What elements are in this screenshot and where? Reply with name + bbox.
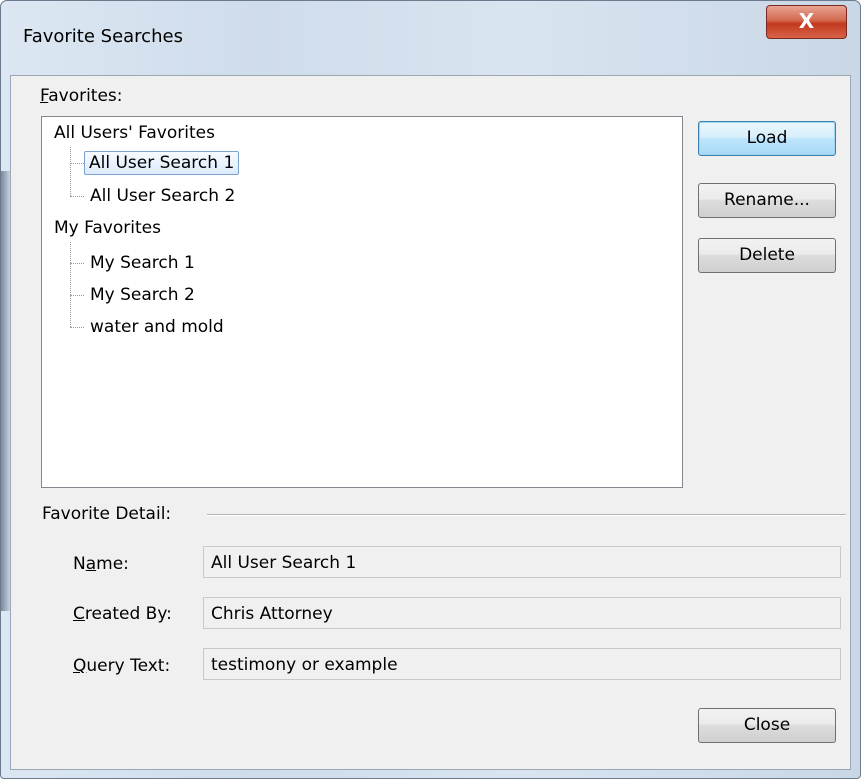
created-by-label: Created By: [73, 604, 172, 624]
tree-group-my-favorites[interactable]: My Favorites [54, 218, 161, 238]
close-icon: X [798, 9, 815, 33]
tree-connector [70, 147, 71, 196]
tree-connector [70, 327, 84, 328]
close-button[interactable]: Close [698, 708, 836, 743]
tree-item-my-search-2[interactable]: My Search 2 [90, 285, 195, 305]
rename-button[interactable]: Rename... [698, 183, 836, 218]
window-title: Favorite Searches [23, 26, 183, 47]
tree-connector [70, 295, 84, 296]
tree-connector [70, 196, 84, 197]
tree-group-all-users[interactable]: All Users' Favorites [54, 123, 215, 143]
load-button[interactable]: Load [698, 121, 836, 156]
tree-item-all-user-search-2[interactable]: All User Search 2 [90, 186, 235, 206]
query-text-label: Query Text: [73, 656, 171, 676]
tree-item-water-and-mold[interactable]: water and mold [90, 317, 224, 337]
tree-connector [70, 263, 84, 264]
created-by-field[interactable]: Chris Attorney [203, 597, 841, 629]
tree-connector [70, 242, 71, 327]
favorite-searches-dialog: Favorite Searches X Favorites: All Users… [0, 0, 861, 779]
favorites-label: Favorites: [40, 86, 123, 106]
tree-item-all-user-search-1[interactable]: All User Search 1 [84, 151, 240, 175]
name-label: Name: [73, 554, 129, 574]
close-window-button[interactable]: X [766, 5, 847, 39]
query-text-field[interactable]: testimony or example [203, 648, 841, 680]
window-left-edge [1, 171, 10, 611]
delete-button[interactable]: Delete [698, 238, 836, 273]
favorites-tree[interactable]: All Users' Favorites All User Search 1 A… [41, 116, 683, 488]
name-field[interactable]: All User Search 1 [203, 546, 841, 578]
favorite-detail-label: Favorite Detail: [42, 504, 172, 524]
tree-item-my-search-1[interactable]: My Search 1 [90, 253, 195, 273]
tree-connector [70, 163, 84, 164]
title-bar: Favorite Searches X [1, 1, 860, 75]
dialog-client-area: Favorites: All Users' Favorites All User… [10, 75, 851, 770]
section-divider [207, 514, 846, 516]
